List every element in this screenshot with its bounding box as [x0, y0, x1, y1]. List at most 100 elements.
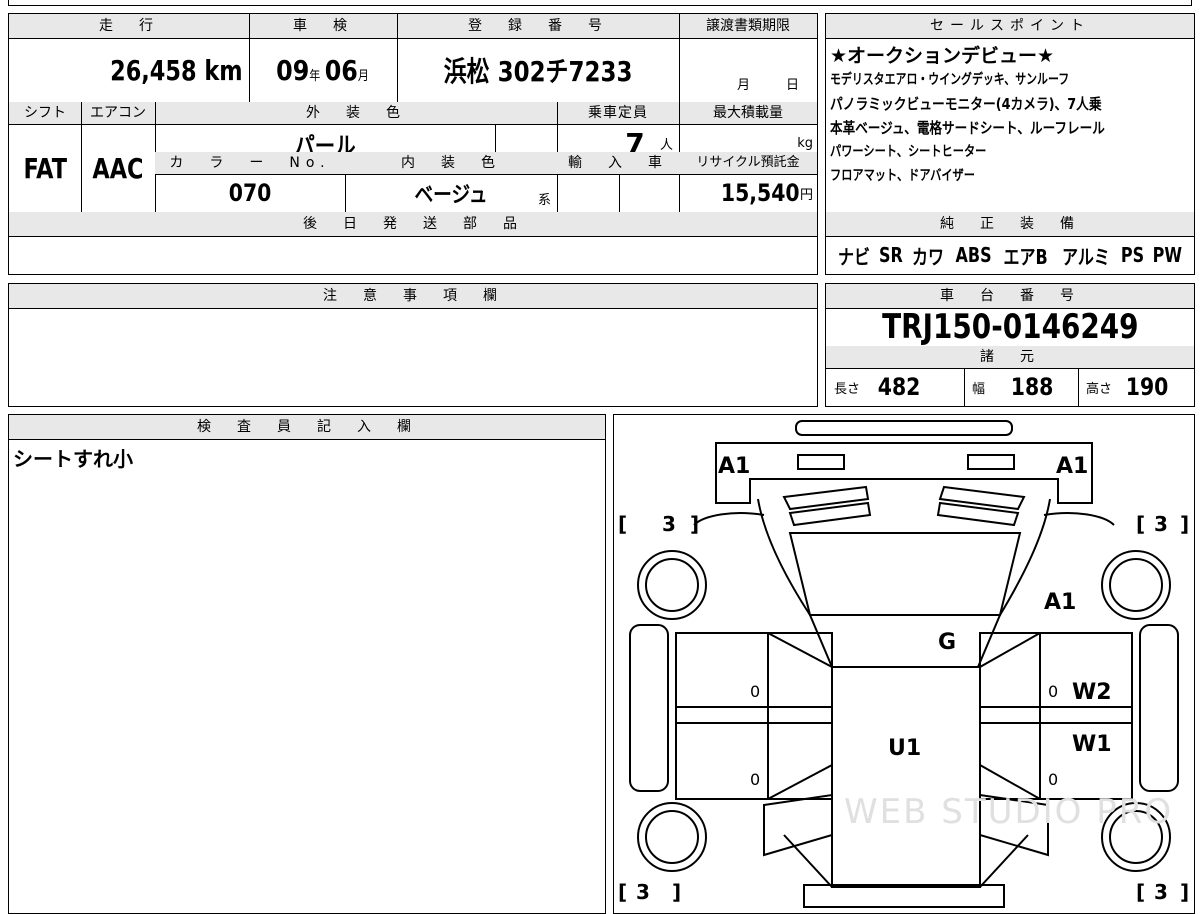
watermark: WEB STUDIO PRO [844, 792, 1173, 832]
inspection-cell: 09年 06月 [249, 38, 397, 102]
sales-point-line: 本革ベージュ、電格サードシート、ルーフレール [830, 119, 1105, 137]
svg-text:[: [ [1136, 512, 1145, 536]
shift-header: シフト [9, 102, 81, 124]
mark-front-left: A1 [718, 454, 750, 479]
chassis-header: 車 台 番 号 [826, 284, 1194, 308]
chassis-value: TRJ150-0146249 [881, 308, 1139, 346]
later-parts-header: 後 日 発 送 部 品 [9, 212, 817, 236]
sales-points-header: セールスポイント [826, 14, 1194, 38]
interior-header: 内 装 色 [345, 152, 557, 174]
car-diagram: WEB STUDIO PRO [3] [3] [3] [3] A1 A1 A1 … [618, 420, 1189, 908]
condition-diagram-panel: WEB STUDIO PRO [3] [3] [3] [3] A1 A1 A1 … [613, 414, 1195, 914]
sales-point-line: パノラミックビューモニター(4カメラ)、7人乗 [830, 95, 1102, 113]
length-value: 482 [877, 373, 921, 401]
mark-right-front-door: W2 [1072, 680, 1112, 705]
inspection-year: 09 [276, 53, 310, 87]
interior-value: ベージュ [414, 183, 488, 208]
notes-panel: 注 意 事 項 欄 [8, 283, 818, 407]
registration-value: 浜松 302チ7233 [443, 55, 633, 88]
deadline-month-unit: 月 [736, 77, 750, 93]
sales-points-panel: セールスポイント ★オークションデビュー★ モデリスタエアロ・ウイングデッキ、サ… [825, 13, 1195, 275]
recycle-unit: 円 [799, 187, 813, 203]
shift-cell: FAT [9, 124, 81, 212]
month-unit: 月 [358, 68, 370, 84]
height-label: 高さ [1086, 381, 1113, 397]
registration-cell: 浜松 302チ7233 [397, 38, 679, 102]
equipment-item: ABS [955, 243, 992, 267]
inspection-month: 06 [325, 53, 359, 87]
capacity-header: 乗車定員 [557, 102, 679, 124]
sales-point-line: モデリスタエアロ・ウイングデッキ、サンルーフ [830, 72, 1070, 88]
color-no-header: カ ラ ー No. [155, 152, 345, 174]
mark-roof: U1 [888, 736, 921, 761]
registration-header: 登 録 番 号 [397, 14, 679, 38]
equipment-item: PS [1120, 243, 1145, 267]
sales-point-line: ★オークションデビュー★ [830, 45, 1055, 67]
mileage-cell: 26,458 km [9, 38, 249, 102]
chassis-cell: TRJ150-0146249 [826, 308, 1194, 346]
year-unit: 年 [309, 68, 321, 84]
mileage-unit: km [204, 53, 243, 87]
svg-text:]: ] [1180, 880, 1189, 904]
genuine-equipment-list: ナビ SR カワ ABS エアB アルミ PS PW [826, 236, 1194, 274]
aircon-value: AAC [92, 151, 144, 185]
max-load-unit: kg [797, 135, 813, 151]
door-zero: 0 [750, 770, 760, 789]
mileage-value: 26,458 [110, 53, 197, 87]
max-load-header: 最大積載量 [679, 102, 817, 124]
sales-points-list: ★オークションデビュー★ モデリスタエアロ・ウイングデッキ、サンルーフ パノラミ… [830, 44, 1192, 188]
interior-suffix: 系 [537, 193, 551, 208]
mileage-header: 走 行 [9, 14, 249, 38]
mark-front-right: A1 [1056, 454, 1088, 479]
exterior-header: 外 装 色 [155, 102, 557, 124]
equipment-item: PW [1152, 243, 1183, 267]
length-label: 長さ [834, 381, 861, 397]
deadline-header: 譲渡書類期限 [679, 14, 817, 38]
inspector-comment: シートすれ小 [13, 447, 133, 471]
capacity-unit: 人 [659, 137, 673, 153]
svg-text:[: [ [618, 512, 627, 536]
inspector-header: 検 査 員 記 入 欄 [9, 415, 605, 439]
aircon-cell: AAC [81, 124, 155, 212]
svg-text:]: ] [1180, 512, 1189, 536]
equipment-item: SR [879, 243, 904, 267]
deadline-cell: 月 日 [679, 64, 817, 102]
equipment-item: ナビ [838, 244, 870, 269]
height-cell: 高さ 190 [1078, 368, 1194, 406]
svg-text:[: [ [618, 880, 627, 904]
sales-point-line: フロアマット、ドアバイザー [830, 168, 975, 184]
tire-score: 3 [1154, 512, 1168, 536]
svg-text:[: [ [1136, 880, 1145, 904]
door-zero: 0 [1048, 682, 1058, 701]
recycle-value: 15,540 [721, 179, 800, 207]
svg-text:]: ] [690, 512, 699, 536]
specs-header: 諸 元 [826, 346, 1194, 368]
top-strip [8, 0, 1192, 6]
interior-cell: ベージュ 系 [345, 174, 557, 212]
equipment-item: カワ [912, 244, 945, 269]
width-label: 幅 [972, 381, 986, 397]
shift-value: FAT [23, 151, 67, 185]
mark-right-fender: A1 [1044, 590, 1076, 615]
inspector-panel: 検 査 員 記 入 欄 シートすれ小 [8, 414, 606, 914]
door-zero: 0 [750, 682, 760, 701]
chassis-panel: 車 台 番 号 TRJ150-0146249 諸 元 長さ 482 幅 188 … [825, 283, 1195, 407]
svg-text:]: ] [672, 880, 681, 904]
aircon-header: エアコン [81, 102, 155, 124]
color-no-value: 070 [228, 179, 272, 207]
equipment-item: アルミ [1061, 244, 1110, 269]
mark-right-rear-door: W1 [1072, 732, 1112, 757]
import-header: 輸 入 車 [557, 152, 679, 174]
notes-header: 注 意 事 項 欄 [9, 284, 817, 308]
height-value: 190 [1125, 373, 1169, 401]
length-cell: 長さ 482 [826, 368, 964, 406]
width-value: 188 [1010, 373, 1054, 401]
tire-score: 3 [662, 512, 676, 536]
genuine-equipment-header: 純 正 装 備 [826, 212, 1194, 236]
deadline-day-unit: 日 [785, 77, 799, 93]
equipment-item: エアB [1003, 244, 1048, 269]
vehicle-info-table: 走 行 車 検 登 録 番 号 譲渡書類期限 26,458 km 09年 06月… [8, 13, 818, 275]
recycle-header: リサイクル預託金 [679, 152, 817, 174]
mark-glass: G [938, 630, 956, 655]
recycle-cell: 15,540 円 [679, 174, 817, 212]
